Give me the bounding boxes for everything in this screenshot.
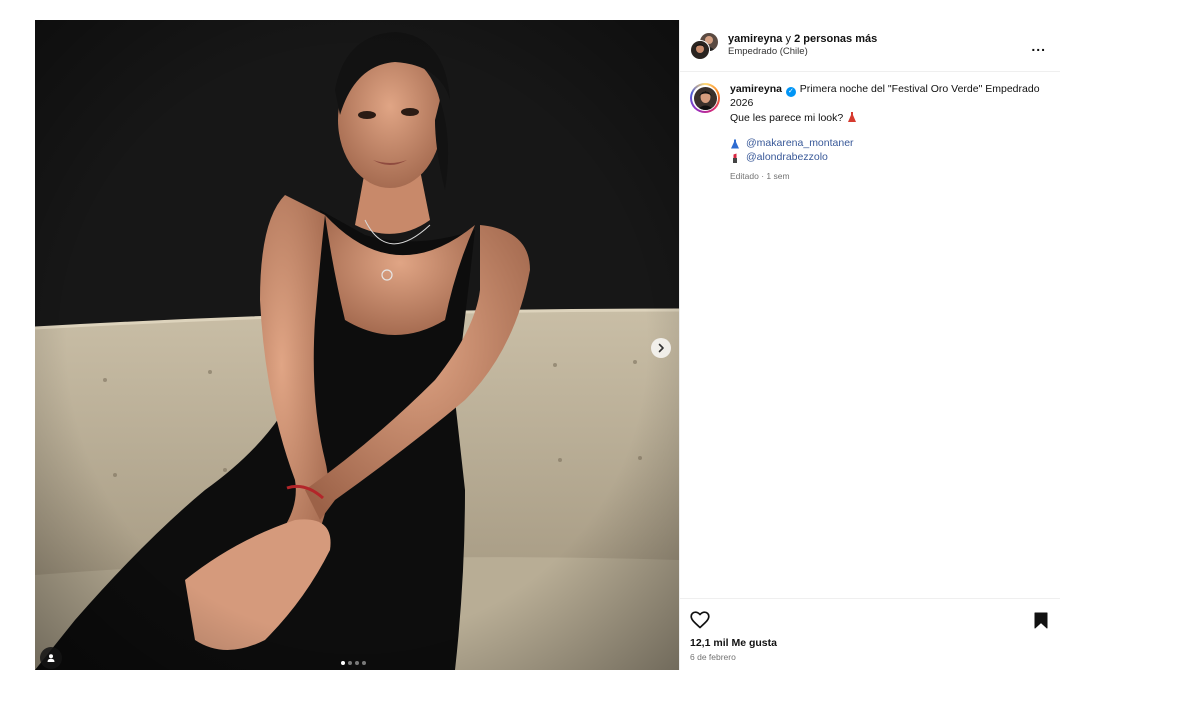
post-actions: 12,1 mil Me gusta 6 de febrero: [680, 598, 1060, 670]
post-media[interactable]: [35, 20, 679, 670]
mention-line: @alondrabezzolo: [730, 151, 1040, 165]
carousel-dot: [341, 661, 345, 665]
mention-line: @makarena_montaner: [730, 137, 1040, 151]
collab-avatars[interactable]: [690, 31, 719, 60]
collab-others[interactable]: 2 personas más: [794, 33, 877, 45]
more-horizontal-icon: ...: [1031, 37, 1046, 54]
post-side-panel: yamireyna y 2 personas más Empedrado (Ch…: [679, 20, 1060, 670]
chevron-right-icon: [658, 343, 664, 353]
more-options-button[interactable]: ...: [1031, 38, 1046, 54]
post-caption: yamireyna ✓ Primera noche del "Festival …: [690, 83, 1046, 182]
caption-meta: Editado · 1 sem: [730, 170, 790, 181]
post-header: yamireyna y 2 personas más Empedrado (Ch…: [680, 20, 1060, 72]
likes-count[interactable]: 12,1 mil Me gusta: [690, 637, 1048, 649]
post-photo: [35, 20, 679, 670]
carousel-dot: [348, 661, 352, 665]
carousel-indicator: [341, 661, 366, 665]
lipstick-emoji: [733, 153, 737, 163]
collab-connector: y: [782, 32, 795, 45]
instagram-post-dialog: yamireyna y 2 personas más Empedrado (Ch…: [35, 20, 1060, 670]
carousel-dot: [362, 661, 366, 665]
mention-link[interactable]: @alondrabezzolo: [746, 151, 828, 165]
story-ring-avatar[interactable]: [690, 83, 720, 113]
carousel-next-button[interactable]: [651, 338, 671, 358]
heart-icon: [690, 611, 710, 629]
owner-username[interactable]: yamireyna: [728, 33, 782, 45]
bookmark-icon: [1034, 612, 1048, 628]
caption-line2: Que les parece mi look?: [730, 111, 844, 124]
tagged-users-button[interactable]: [40, 647, 62, 669]
dress-emoji: [731, 139, 739, 149]
action-row: [690, 609, 1048, 631]
verified-badge-icon: ✓: [785, 87, 796, 97]
carousel-dot: [355, 661, 359, 665]
post-owners[interactable]: yamireyna y 2 personas más: [728, 33, 1031, 47]
mention-link[interactable]: @makarena_montaner: [746, 137, 854, 151]
user-tag-icon: [47, 654, 55, 662]
avatar: [693, 86, 717, 110]
header-text: yamireyna y 2 personas más Empedrado (Ch…: [728, 33, 1031, 59]
like-button[interactable]: [690, 611, 710, 629]
save-button[interactable]: [1034, 612, 1048, 629]
post-date[interactable]: 6 de febrero: [690, 652, 1048, 662]
dress-emoji: [848, 111, 857, 122]
post-location[interactable]: Empedrado (Chile): [728, 46, 1031, 58]
caption-username[interactable]: yamireyna: [730, 83, 782, 95]
caption-body: yamireyna ✓ Primera noche del "Festival …: [730, 83, 1040, 182]
avatar: [690, 39, 710, 60]
comments-section: yamireyna ✓ Primera noche del "Festival …: [680, 72, 1060, 598]
